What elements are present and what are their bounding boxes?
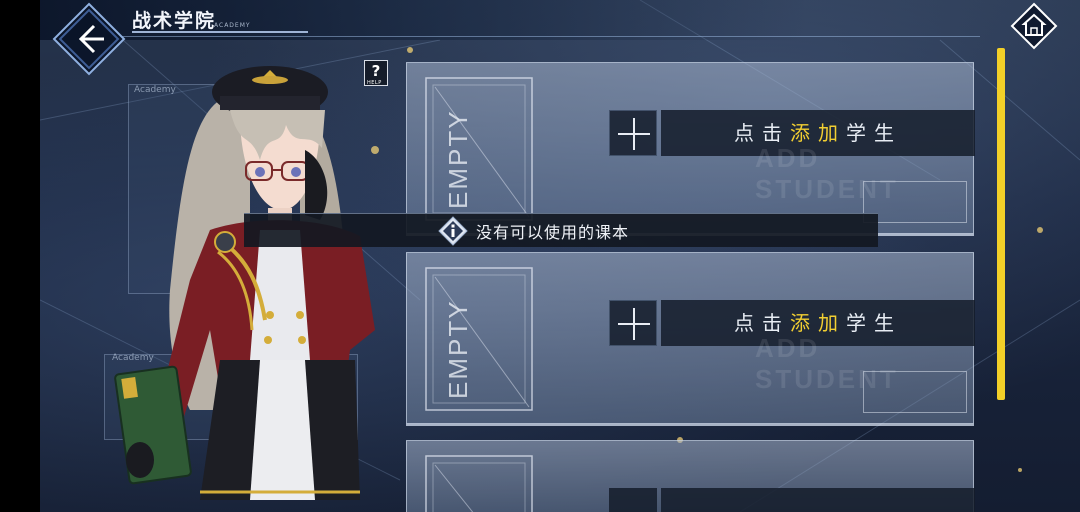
add-label-highlight: 添加	[790, 311, 846, 335]
page-title: 战术学院	[132, 10, 217, 32]
slot-info-box	[863, 371, 967, 413]
help-icon: ?	[371, 62, 381, 80]
empty-label: EMPTY	[443, 299, 473, 399]
slot-info-box	[863, 181, 967, 223]
student-portrait-frame	[425, 455, 533, 512]
add-label-part-1: 点击	[734, 311, 790, 335]
student-portrait-frame: EMPTY	[425, 77, 533, 221]
student-portrait-frame: EMPTY	[425, 267, 533, 411]
student-slot-3[interactable]	[406, 440, 975, 512]
add-student-button[interactable]	[609, 300, 657, 346]
student-slot-1[interactable]: EMPTY 点击添加学生 ADD STUDENT	[406, 62, 975, 234]
empty-label: EMPTY	[443, 109, 473, 209]
scrollbar-thumb[interactable]	[997, 48, 1005, 400]
student-slot-2[interactable]: EMPTY 点击添加学生 ADD STUDENT	[406, 252, 975, 424]
academy-instructor-character	[114, 66, 375, 500]
add-student-label-partial[interactable]	[661, 488, 975, 512]
page-subtitle: ACADEMY	[214, 22, 251, 29]
home-button[interactable]	[1010, 2, 1058, 50]
add-label-part-1: 点击	[734, 121, 790, 145]
add-label-highlight: 添加	[790, 121, 846, 145]
help-label: HELP	[367, 80, 382, 86]
screen-edge-bar	[0, 0, 40, 512]
info-icon	[438, 216, 468, 246]
add-label-part-3: 学生	[846, 121, 902, 145]
toast-message: 没有可以使用的课本	[476, 223, 630, 242]
add-label-part-3: 学生	[846, 311, 902, 335]
add-student-button[interactable]	[609, 110, 657, 156]
add-student-button-partial[interactable]	[609, 488, 657, 512]
home-icon	[1010, 2, 1058, 50]
